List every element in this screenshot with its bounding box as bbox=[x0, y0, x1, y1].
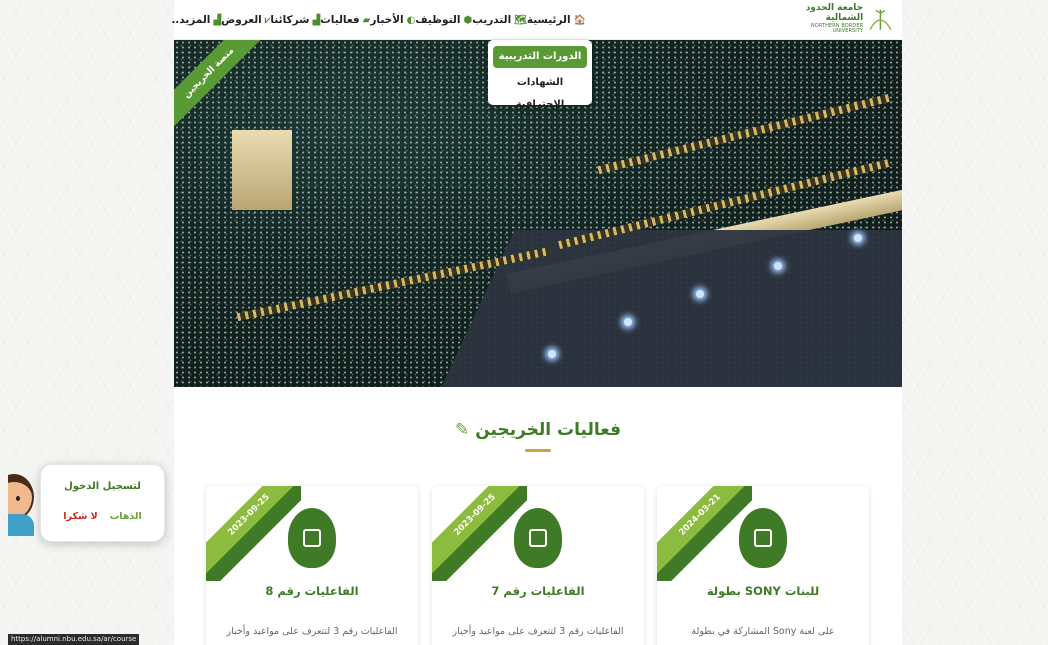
card-title[interactable]: الفاعليات رقم 8 bbox=[206, 584, 418, 598]
login-actions: الذهاب لا شكرا bbox=[41, 511, 164, 522]
more-icon: ▟ bbox=[213, 14, 222, 26]
logo-name-en: NORTHERN BORDER UNIVERSITY bbox=[810, 22, 864, 35]
dropdown-item-courses[interactable]: الدورات التدريبية bbox=[493, 46, 587, 68]
date-ribbon: 2023-09-25 bbox=[432, 486, 527, 581]
nav-home[interactable]: 🏠 الرئيسية bbox=[527, 14, 586, 26]
login-popup: لتسجيل الدخول الذهاب لا شكرا bbox=[40, 464, 165, 542]
event-card[interactable]: 2023-09-25 الفاعليات رقم 8 الفاعليات رقم… bbox=[206, 486, 418, 645]
event-card[interactable]: 2024-03-21 للبنات SONY بطولة على لعبة So… bbox=[657, 486, 869, 645]
main-nav: 🏠 الرئيسية 🗺 التدريب ⬢ التوظيف ◐ الأخبار ▰ فع… bbox=[171, 0, 586, 40]
card-title[interactable]: للبنات SONY بطولة bbox=[657, 584, 869, 598]
nav-more[interactable]: ▟ المزيد.. bbox=[171, 14, 221, 26]
university-logo[interactable]: جامعة الحدود الشمالية NORTHERN BORDER UN… bbox=[790, 3, 894, 37]
stage-light bbox=[548, 350, 556, 358]
section-title: فعاليات الخريجين ✎ bbox=[174, 420, 902, 440]
chart-icon: ▟ bbox=[312, 14, 321, 26]
events-check-icon: ✎ bbox=[455, 420, 470, 440]
avatar-eye bbox=[16, 496, 20, 501]
stage-light bbox=[624, 318, 632, 326]
nav-employment[interactable]: ⬢ التوظيف bbox=[415, 14, 472, 26]
date-ribbon: 2024-03-21 bbox=[657, 486, 752, 581]
platform bbox=[232, 130, 292, 210]
nav-partners[interactable]: ▟ شركائنا bbox=[270, 14, 320, 26]
nav-label: التوظيف bbox=[415, 14, 461, 26]
nav-label: فعاليات bbox=[320, 14, 360, 26]
top-navbar: جامعة الحدود الشمالية NORTHERN BORDER UN… bbox=[171, 0, 902, 40]
university-logo-icon bbox=[869, 9, 892, 30]
nav-offers[interactable]: ⩗ العروض bbox=[221, 14, 270, 26]
training-dropdown: الدورات التدريبية الشهادات الاحترافية bbox=[488, 40, 592, 110]
nav-label: شركائنا bbox=[270, 14, 310, 26]
nav-label: العروض bbox=[221, 14, 262, 26]
event-check-icon bbox=[739, 508, 787, 568]
logo-name-ar: جامعة الحدود الشمالية bbox=[805, 3, 864, 23]
hero-ribbon-label: منصة الخريجين bbox=[174, 40, 264, 129]
stage-light bbox=[696, 290, 704, 298]
badge-icon: ⬢ bbox=[463, 14, 473, 26]
page-container: جامعة الحدود الشمالية NORTHERN BORDER UN… bbox=[171, 0, 902, 645]
event-check-icon bbox=[514, 508, 562, 568]
stage-light bbox=[774, 262, 782, 270]
date-ribbon: 2023-09-25 bbox=[206, 486, 301, 581]
dropdown-item-certificates[interactable]: الشهادات الاحترافية bbox=[493, 72, 587, 110]
card-title[interactable]: الفاعليات رقم 7 bbox=[432, 584, 644, 598]
no-thanks-button[interactable]: لا شكرا bbox=[63, 511, 97, 522]
go-button[interactable]: الذهاب bbox=[110, 511, 142, 522]
nav-label: المزيد.. bbox=[171, 14, 211, 26]
home-icon: 🏠 bbox=[573, 14, 586, 26]
status-bar-url: https://alumni.nbu.edu.sa/ar/course bbox=[8, 634, 140, 645]
card-description: على لعبة Sony المشاركة في بطولة bbox=[691, 626, 835, 637]
assistant-avatar[interactable] bbox=[8, 470, 36, 536]
events-icon: ▰ bbox=[362, 14, 371, 26]
nav-events[interactable]: ▰ فعاليات bbox=[320, 14, 370, 26]
event-card[interactable]: 2023-09-25 الفاعليات رقم 7 الفاعليات رقم… bbox=[432, 486, 644, 645]
map-icon: 🗺 bbox=[514, 14, 527, 26]
nav-label: الأخبار bbox=[370, 14, 404, 26]
nav-news[interactable]: ◐ الأخبار bbox=[370, 14, 415, 26]
card-description: الفاعليات رقم 3 لتتعرف على مواعيد وأخبار… bbox=[226, 626, 398, 645]
offers-icon: ⩗ bbox=[264, 14, 271, 26]
news-icon: ◐ bbox=[406, 14, 416, 26]
nav-label: الرئيسية bbox=[526, 14, 571, 26]
avatar-shirt bbox=[8, 514, 34, 536]
login-popup-title: لتسجيل الدخول bbox=[64, 481, 141, 492]
nav-training[interactable]: 🗺 التدريب bbox=[472, 14, 527, 26]
events-cards: 2024-03-21 للبنات SONY بطولة على لعبة So… bbox=[206, 486, 870, 645]
section-title-text: فعاليات الخريجين bbox=[475, 420, 621, 440]
event-check-icon bbox=[288, 508, 336, 568]
title-underline bbox=[525, 449, 551, 452]
hero-ribbon: منصة الخريجين bbox=[174, 40, 264, 130]
nav-label: التدريب bbox=[472, 14, 512, 26]
stage-light bbox=[854, 234, 862, 242]
card-description: الفاعليات رقم 3 لتتعرف على مواعيد وأخبار… bbox=[452, 626, 624, 645]
